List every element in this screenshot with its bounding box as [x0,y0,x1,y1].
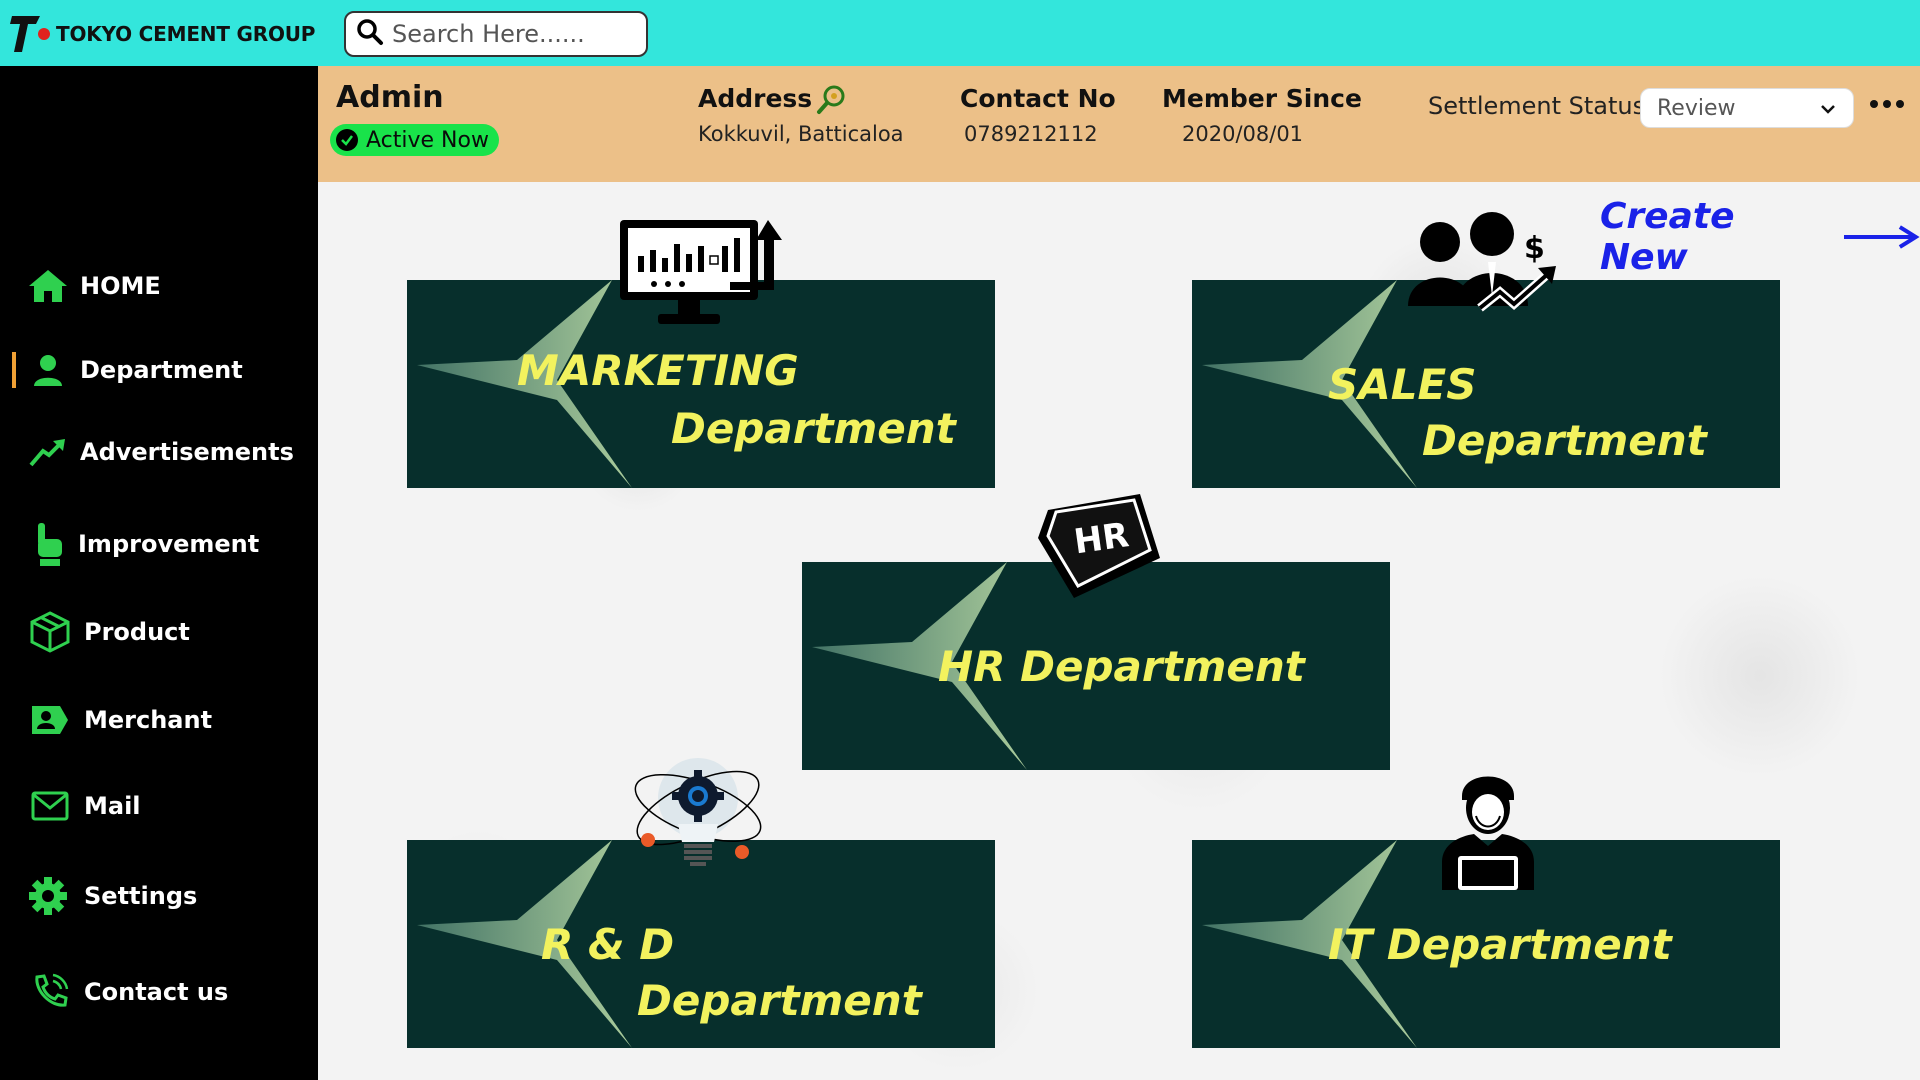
department-subtitle: Department [1422,416,1707,465]
box-icon [28,610,72,654]
search-box[interactable] [344,11,648,57]
merchant-tag-icon [28,698,72,742]
department-subtitle: Department [671,404,956,453]
address-value: Kokkuvil, Batticaloa [698,122,904,146]
create-new-label: Create New [1600,196,1735,278]
sidebar-item-home[interactable]: HOME [0,258,318,314]
sidebar-item-improvement[interactable]: Improvement [0,516,318,572]
brand-logo[interactable]: TOKYO CEMENT GROUP [10,12,315,56]
business-people-icon: $ [1404,206,1564,332]
status-badge: Active Now [330,124,499,156]
settlement-status-label: Settlement Status [1428,92,1646,120]
search-input[interactable] [392,20,632,48]
top-bar: TOKYO CEMENT GROUP [0,0,1920,66]
settlement-status-value: Review [1657,95,1736,121]
department-title: MARKETING [517,346,799,395]
department-title: SALES [1328,360,1477,409]
more-options-icon[interactable] [1870,100,1904,108]
sidebar-item-label: Advertisements [80,438,294,466]
sidebar-item-settings[interactable]: Settings [0,868,318,924]
sidebar-item-label: Improvement [78,530,260,558]
sidebar-item-label: Contact us [84,978,229,1006]
sidebar-item-advertisements[interactable]: Advertisements [0,424,318,480]
sidebar-item-label: Product [84,618,190,646]
member-since-value: 2020/08/01 [1182,122,1304,146]
sidebar-item-merchant[interactable]: Merchant [0,692,318,748]
sidebar-item-label: HOME [80,272,161,300]
department-title: HR Department [938,642,1305,691]
settlement-status-select[interactable]: Review [1640,88,1854,128]
contact-value: 0789212112 [964,122,1098,146]
lightbulb-gear-icon [628,758,768,892]
phone-icon [28,970,72,1014]
department-subtitle: Department [637,976,922,1025]
svg-text:HR: HR [1072,515,1132,562]
main-content: Create New MARKETING Department SALES De… [318,182,1920,1080]
check-icon [336,129,358,151]
department-title: R & D [541,920,675,969]
sidebar-item-label: Settings [84,882,198,910]
gear-icon [26,874,70,918]
pointing-hand-icon [26,522,70,566]
trending-up-icon [26,430,70,474]
home-icon [26,264,70,308]
admin-name: Admin [336,80,444,115]
department-title: IT Department [1328,920,1672,969]
sidebar-item-department[interactable]: Department [0,342,318,398]
profile-header: Admin Active Now Address Kokkuvil, Batti… [318,66,1920,182]
arrow-right-icon [1844,225,1920,249]
create-new-link[interactable]: Create New [1600,196,1920,278]
sidebar-item-label: Mail [84,792,141,820]
search-icon [356,18,384,50]
sidebar-item-contact-us[interactable]: Contact us [0,964,318,1020]
it-worker-icon [1436,766,1540,896]
svg-text:$: $ [1524,231,1545,266]
hr-key-icon: HR [1030,488,1168,612]
contact-label: Contact No [960,84,1116,113]
monitor-chart-icon [618,216,788,332]
chevron-down-icon [1819,99,1837,124]
brand-logo-icon [10,12,50,56]
member-since-label: Member Since [1162,84,1362,113]
sidebar-item-mail[interactable]: Mail [0,778,318,834]
location-search-icon [816,84,846,120]
address-label: Address [698,84,813,113]
user-icon [26,348,70,392]
sidebar-item-label: Department [80,356,243,384]
sidebar-item-product[interactable]: Product [0,604,318,660]
status-text: Active Now [366,127,489,153]
sidebar: HOME Department Advertisements Improveme… [0,66,318,1080]
sidebar-item-label: Merchant [84,706,213,734]
brand-name: TOKYO CEMENT GROUP [56,22,316,46]
mail-icon [28,784,72,828]
